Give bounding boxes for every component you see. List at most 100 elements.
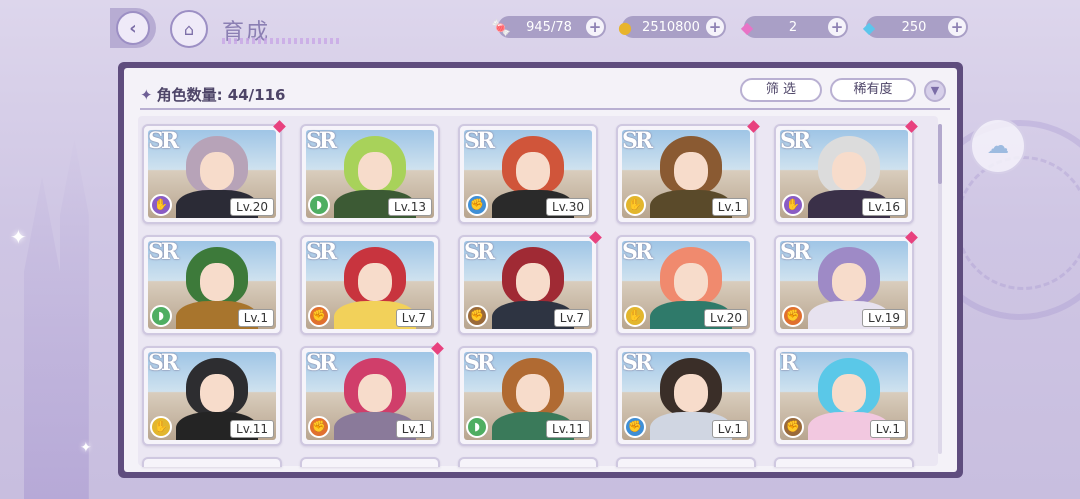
resource-pink-gem: ◆ 2 + (741, 16, 848, 38)
rarity-badge: SR (464, 128, 495, 154)
green-element-icon: ◗ (466, 416, 488, 438)
add-gold-button[interactable]: + (706, 18, 724, 36)
portrait-face (516, 152, 550, 190)
portrait-face (358, 152, 392, 190)
rarity-badge: SR (148, 239, 179, 265)
rarity-badge: SR (306, 239, 337, 265)
pet-icon: ☁ (987, 133, 1009, 159)
candy-icon: 🍬 (491, 17, 511, 37)
level-label: Lv.1 (711, 198, 748, 216)
character-card[interactable]: SR ✋ Lv.1 (616, 120, 760, 224)
character-card[interactable]: SR ✋ Lv.20 (616, 235, 756, 335)
brown-element-icon: ✊ (466, 305, 488, 327)
level-label: Lv.1 (237, 309, 274, 327)
blue-element-icon: ✊ (624, 416, 646, 438)
level-label: Lv.1 (395, 420, 432, 438)
portrait-face (674, 152, 708, 190)
level-label: Lv.30 (546, 198, 590, 216)
character-card-partial[interactable] (616, 457, 756, 467)
yellow-element-icon: ✋ (150, 416, 172, 438)
brown-element-icon: ✊ (782, 416, 804, 438)
pink-diamond-icon: ◆ (740, 17, 754, 37)
portrait-face (200, 374, 234, 412)
character-card-partial[interactable] (458, 457, 598, 467)
title-decoration (222, 38, 342, 44)
green-element-icon: ◗ (150, 305, 172, 327)
rarity-badge: SR (622, 239, 653, 265)
portrait-face (832, 152, 866, 190)
rarity-badge: SR (622, 128, 653, 154)
add-blue-gem-button[interactable]: + (948, 18, 966, 36)
level-label: Lv.19 (862, 309, 906, 327)
rarity-badge: SR (464, 239, 495, 265)
portrait-face (832, 263, 866, 301)
level-label: Lv.7 (395, 309, 432, 327)
portrait-face (358, 263, 392, 301)
rarity-badge: SR (780, 128, 811, 154)
character-card[interactable]: SR ◗ Lv.11 (458, 346, 598, 446)
level-label: Lv.11 (230, 420, 274, 438)
character-card[interactable]: SR ✊ Lv.19 (774, 231, 918, 335)
character-card[interactable]: SR ✋ Lv.16 (774, 120, 918, 224)
level-label: Lv.1 (711, 420, 748, 438)
resource-candy: 🍬 945/78 + (491, 16, 606, 38)
level-label: Lv.20 (704, 309, 748, 327)
level-label: Lv.20 (230, 198, 274, 216)
level-label: Lv.7 (553, 309, 590, 327)
portrait-face (200, 152, 234, 190)
character-panel: ✦ 角色数量: 44/116 筛 选 稀有度 ▼ SR ✋ Lv.20 SR ◗ Lv.13… (118, 62, 963, 478)
character-card[interactable]: R ✊ Lv.1 (774, 346, 914, 446)
castle-silhouette (24, 138, 89, 499)
rarity-badge: R (780, 350, 798, 376)
character-card[interactable]: SR ◗ Lv.13 (300, 124, 440, 224)
rarity-badge: SR (306, 350, 337, 376)
purple-element-icon: ✋ (150, 194, 172, 216)
character-card[interactable]: SR ✊ Lv.7 (300, 235, 440, 335)
character-card[interactable]: SR ✋ Lv.11 (142, 346, 282, 446)
rarity-badge: SR (464, 350, 495, 376)
orange-element-icon: ✊ (308, 416, 330, 438)
portrait-face (674, 263, 708, 301)
character-card[interactable]: SR ◗ Lv.1 (142, 235, 282, 335)
level-label: Lv.1 (869, 420, 906, 438)
character-count: ✦ 角色数量: 44/116 (140, 86, 286, 104)
blue-element-icon: ✊ (466, 194, 488, 216)
character-card[interactable]: SR ✊ Lv.1 (616, 346, 756, 446)
orange-element-icon: ✊ (308, 305, 330, 327)
portrait-face (832, 374, 866, 412)
orange-element-icon: ✊ (782, 305, 804, 327)
home-icon: ⌂ (183, 19, 195, 39)
coin-icon: ● (618, 17, 632, 37)
character-card[interactable]: SR ✋ Lv.20 (142, 120, 286, 224)
character-card[interactable]: SR ✊ Lv.1 (300, 342, 444, 446)
yellow-element-icon: ✋ (624, 305, 646, 327)
level-label: Lv.16 (862, 198, 906, 216)
purple-element-icon: ✋ (782, 194, 804, 216)
character-card[interactable]: SR ✊ Lv.7 (458, 231, 602, 335)
pet-button[interactable]: ☁ (970, 118, 1026, 174)
add-candy-button[interactable]: + (586, 18, 604, 36)
back-button[interactable]: ‹ (110, 8, 156, 48)
resource-blue-gem: ◆ 250 + (863, 16, 968, 38)
character-card[interactable]: SR ✊ Lv.30 (458, 124, 598, 224)
filter-button[interactable]: 筛 选 (740, 78, 822, 102)
sort-order-toggle[interactable]: ▼ (924, 80, 946, 102)
character-card-partial[interactable] (142, 457, 282, 467)
portrait-face (516, 374, 550, 412)
rarity-badge: SR (148, 128, 179, 154)
scroll-thumb[interactable] (938, 124, 942, 184)
sparkle-icon: ✦ (10, 225, 27, 249)
rarity-badge: SR (306, 128, 337, 154)
divider (140, 108, 950, 110)
green-element-icon: ◗ (308, 194, 330, 216)
scrollbar[interactable] (938, 124, 942, 454)
character-card-partial[interactable] (774, 457, 914, 467)
character-card-partial[interactable] (300, 457, 440, 467)
blue-diamond-icon: ◆ (862, 17, 876, 37)
home-button[interactable]: ⌂ (170, 10, 208, 48)
yellow-element-icon: ✋ (624, 194, 646, 216)
sparkle-icon: ✦ (80, 440, 92, 456)
add-pink-gem-button[interactable]: + (828, 18, 846, 36)
sort-rarity-button[interactable]: 稀有度 (830, 78, 916, 102)
character-grid[interactable]: SR ✋ Lv.20 SR ◗ Lv.13 SR ✊ Lv.30 SR ✋ Lv.1 SR ✋ Lv.16 S… (138, 116, 938, 467)
